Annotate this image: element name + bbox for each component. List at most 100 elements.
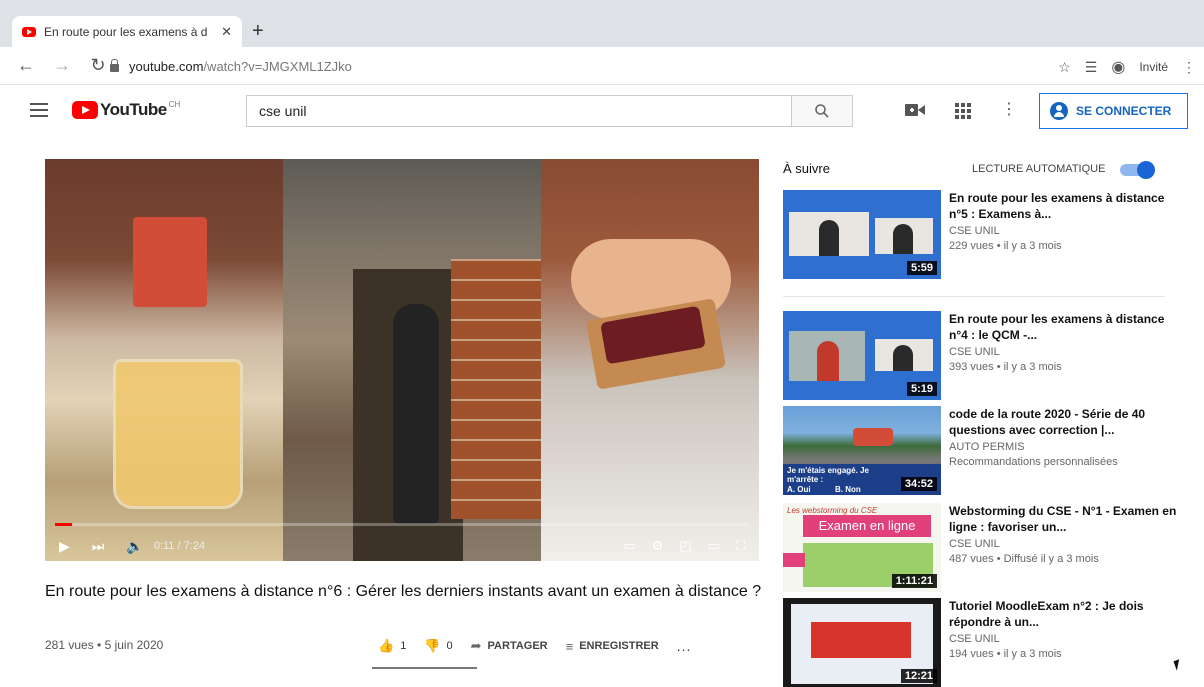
next-icon[interactable]: ⏭ [92,538,105,555]
item-channel[interactable]: AUTO PERMIS [949,441,1179,453]
play-icon[interactable]: ▶ [59,538,70,555]
profile-label[interactable]: Invité [1139,60,1168,74]
speaker-frame-left [789,331,865,381]
thumb-title-banner: Examen en ligne [803,515,931,537]
browser-actions: ☆ ☰ ◉ Invité ⋮ [1058,57,1196,77]
video-actions: 👍 1 👎 0 ➦ PARTAGER ≡ ENREGISTRER ... [378,638,691,654]
speaker-shape [817,341,839,381]
item-channel[interactable]: CSE UNIL [949,538,1179,550]
player-right-controls: ▭ ⚙ ◰ ▭ ⛶ [623,538,745,554]
back-icon[interactable]: ← [16,55,36,76]
more-actions-button[interactable]: ... [677,638,692,654]
forward-icon[interactable]: → [52,55,72,76]
duration-badge: 12:21 [900,669,937,683]
alert-dialog [811,622,911,658]
time-display: 0:11 / 7:24 [153,540,205,552]
youtube-favicon-icon [22,26,36,37]
speaker-frame-right [875,218,933,254]
item-text: Webstorming du CSE - N°1 - Examen en lig… [949,503,1179,565]
duration-badge: 1:11:21 [891,574,937,588]
thumb-header: Les webstorming du CSE [787,506,878,515]
search-button[interactable] [791,95,853,127]
video-thumbnail[interactable]: Les webstorming du CSE Examen en ligne 1… [783,503,941,592]
url-path: /watch?v=JMGXML1ZJko [203,58,352,74]
mouse-cursor-icon [1173,659,1183,671]
video-thumbnail[interactable]: 5:19 [783,311,941,400]
playlist-add-icon: ≡ [565,638,574,654]
brick-wall-shape [451,259,541,519]
settings-more-icon[interactable]: ⋮ [1001,102,1017,119]
miniplayer-icon[interactable]: ◰ [679,538,691,554]
item-title[interactable]: code de la route 2020 - Série de 40 ques… [949,406,1179,438]
youtube-wordmark: YouTube [100,100,167,119]
url-field[interactable]: youtube.com/watch?v=JMGXML1ZJko [110,53,1030,79]
item-title[interactable]: Tutoriel MoodleExam n°2 : Je dois répond… [949,598,1179,630]
video-player[interactable]: ▶ ⏭ 🔈 0:11 / 7:24 ▭ ⚙ ◰ ▭ ⛶ [45,159,759,561]
quiz-question: Je m'étais engagé. Je m'arrête : [787,466,869,484]
new-tab-button[interactable]: + [252,20,264,43]
autoplay-toggle[interactable] [1120,161,1156,179]
item-text: En route pour les examens à distance n°5… [949,190,1179,252]
item-channel[interactable]: CSE UNIL [949,346,1179,358]
item-meta: Recommandations personnalisées [949,456,1118,468]
save-button[interactable]: ≡ ENREGISTRER [566,639,659,654]
tab-close-icon[interactable]: ✕ [221,24,232,40]
video-thumbnail[interactable]: 12:21 [783,598,941,687]
item-channel[interactable]: CSE UNIL [949,225,1179,237]
search-icon [815,104,829,118]
item-meta: 194 vues • il y a 3 mois [949,648,1062,660]
reading-list-icon[interactable]: ☰ [1085,59,1098,76]
region-code: CH [168,100,181,109]
browser-tab[interactable]: En route pour les examens à d ✕ [12,16,242,47]
item-title[interactable]: En route pour les examens à distance n°5… [949,190,1179,222]
quiz-option-a: A. Oui [787,485,811,494]
apps-grid-icon[interactable] [955,103,971,119]
browser-menu-icon[interactable]: ⋮ [1182,59,1196,76]
subtitles-icon[interactable]: ▭ [623,538,635,554]
item-title[interactable]: En route pour les examens à distance n°4… [949,311,1179,343]
duration-badge: 5:19 [906,382,937,396]
lock-icon [110,59,119,72]
divider [783,296,1165,297]
duration-badge: 34:52 [900,477,937,491]
create-video-icon[interactable] [905,103,925,117]
dislike-count: 0 [446,640,453,652]
quiz-option-b: B. Non [835,485,861,494]
video-thumbnail[interactable]: 5:59 [783,190,941,279]
sign-in-label: SE CONNECTER [1076,104,1172,118]
sign-in-button[interactable]: SE CONNECTER [1039,93,1188,129]
video-frame-door [283,159,541,561]
share-button[interactable]: ➦ PARTAGER [471,638,548,654]
progress-bar[interactable] [55,523,749,526]
profile-avatar-icon[interactable]: ◉ [1111,57,1125,77]
speaker-shape [819,220,839,256]
fullscreen-icon[interactable]: ⛶ [736,538,745,554]
item-channel[interactable]: CSE UNIL [949,633,1179,645]
video-frame-toast [541,159,759,561]
settings-gear-icon[interactable]: ⚙ [652,538,664,554]
progress-fill [55,523,73,526]
speaker-shape [893,345,913,371]
search-input[interactable]: cse unil [246,95,792,127]
youtube-logo[interactable]: YouTube CH [72,100,180,120]
like-button[interactable]: 👍 1 [378,638,406,654]
thumbs-up-icon: 👍 [378,638,395,653]
up-next-heading: À suivre [783,161,830,176]
theater-mode-icon[interactable]: ▭ [708,538,720,554]
thumb-pink-tag [783,553,805,567]
volume-icon[interactable]: 🔈 [126,538,143,555]
dislike-button[interactable]: 👎 0 [424,638,452,654]
item-meta: 229 vues • il y a 3 mois [949,240,1062,252]
bookmark-star-icon[interactable]: ☆ [1058,59,1071,76]
thumbs-down-icon: 👎 [424,638,441,653]
hamburger-menu-icon[interactable] [30,103,48,117]
video-title: En route pour les examens à distance n°6… [45,583,762,600]
person-shape [393,304,439,524]
browser-tab-bar: En route pour les examens à d ✕ + [0,0,1204,47]
speaker-shape [893,224,913,254]
like-count: 1 [400,640,407,652]
item-title[interactable]: Webstorming du CSE - N°1 - Examen en lig… [949,503,1179,535]
speaker-frame-right [875,339,933,371]
reload-icon[interactable]: ↻ [88,55,108,76]
video-thumbnail[interactable]: Je m'étais engagé. Je m'arrête : A. Oui … [783,406,941,495]
